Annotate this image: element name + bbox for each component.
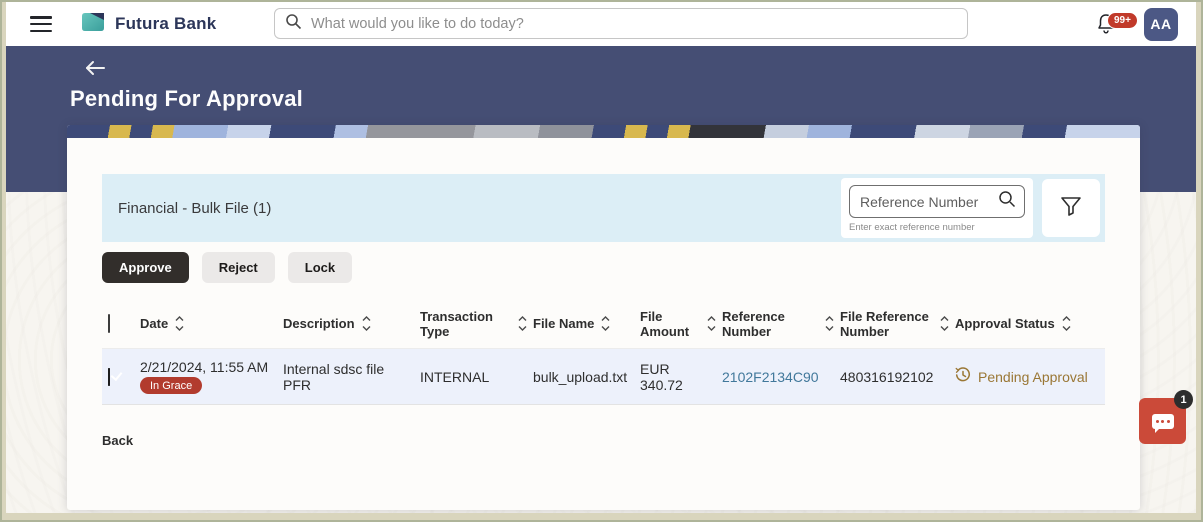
- reference-number-input[interactable]: [860, 193, 998, 210]
- section-title: Financial - Bulk File (1): [118, 199, 272, 217]
- file-reference-number-cell: 480316192102: [840, 368, 934, 385]
- column-header-file-reference-number[interactable]: File Reference Number: [840, 309, 955, 339]
- file-amount-cell: EUR 340.72: [640, 360, 683, 393]
- search-icon[interactable]: [998, 190, 1016, 213]
- approval-status-cell: Pending Approval: [955, 367, 1105, 386]
- approval-card: Financial - Bulk File (1) Enter exact re…: [67, 125, 1140, 510]
- column-header-transaction-type[interactable]: Transaction Type: [420, 309, 533, 339]
- brand-name: Futura Bank: [115, 14, 217, 33]
- approval-status-text: Pending Approval: [978, 368, 1088, 385]
- chat-bubble-icon: [1151, 413, 1174, 433]
- global-search[interactable]: [274, 8, 968, 39]
- reference-search-panel: Enter exact reference number: [841, 178, 1033, 238]
- reject-button[interactable]: Reject: [201, 252, 275, 283]
- reference-number-link[interactable]: 2102F2134C90: [722, 369, 819, 385]
- date-value: 2/21/2024, 11:55 AM: [140, 359, 269, 375]
- sort-icon: [940, 316, 949, 331]
- date-cell: 2/21/2024, 11:55 AM In Grace: [140, 359, 283, 394]
- page-title: Pending For Approval: [70, 86, 303, 111]
- hamburger-menu-icon[interactable]: [30, 16, 52, 32]
- search-input[interactable]: [311, 15, 957, 32]
- file-name-cell: bulk_upload.txt: [533, 368, 628, 385]
- column-header-date[interactable]: Date: [140, 316, 283, 331]
- notifications-button[interactable]: 99+: [1096, 9, 1138, 39]
- funnel-icon: [1060, 196, 1082, 220]
- sort-icon: [601, 316, 610, 331]
- action-buttons: Approve Reject Lock: [102, 252, 1105, 283]
- transaction-type-cell: INTERNAL: [420, 368, 490, 385]
- lock-button[interactable]: Lock: [287, 252, 353, 283]
- column-header-description[interactable]: Description: [283, 316, 420, 331]
- sort-icon: [707, 316, 716, 331]
- table-header-row: Date Description Transaction Type File N…: [102, 299, 1105, 349]
- decorative-banner: [67, 125, 1140, 138]
- pending-history-icon: [955, 367, 971, 386]
- filter-button[interactable]: [1042, 179, 1100, 237]
- reference-helper-text: Enter exact reference number: [849, 222, 975, 233]
- column-header-approval-status[interactable]: Approval Status: [955, 316, 1105, 331]
- select-all-checkbox[interactable]: [108, 313, 110, 333]
- column-header-reference-number[interactable]: Reference Number: [722, 309, 840, 339]
- page: Futura Bank 99+ AA: [2, 2, 1201, 520]
- topbar-right: 99+ AA: [1096, 2, 1178, 46]
- reference-number-field[interactable]: [849, 185, 1025, 218]
- notification-count-badge: 99+: [1107, 12, 1138, 29]
- row-checkbox[interactable]: [108, 367, 110, 386]
- back-link[interactable]: Back: [102, 433, 133, 448]
- column-header-file-name[interactable]: File Name: [533, 316, 640, 331]
- chat-widget-button[interactable]: 1: [1139, 390, 1193, 444]
- sort-icon: [1062, 316, 1071, 331]
- back-arrow-icon[interactable]: [84, 60, 106, 81]
- futura-bank-logo-icon: [80, 10, 106, 39]
- sort-icon: [175, 316, 184, 331]
- sort-icon: [362, 316, 371, 331]
- chat-unread-badge: 1: [1174, 390, 1193, 409]
- screen-frame: Futura Bank 99+ AA: [0, 0, 1203, 522]
- search-icon: [285, 13, 302, 35]
- column-header-file-amount[interactable]: File Amount: [640, 309, 722, 339]
- table-row[interactable]: 2/21/2024, 11:55 AM In Grace Internal sd…: [102, 349, 1105, 405]
- in-grace-badge: In Grace: [140, 377, 203, 394]
- topbar: Futura Bank 99+ AA: [6, 2, 1196, 46]
- filter-bar: Financial - Bulk File (1) Enter exact re…: [102, 174, 1105, 242]
- sort-icon: [825, 316, 834, 331]
- description-cell: Internal sdsc file PFR: [283, 360, 385, 393]
- avatar[interactable]: AA: [1144, 7, 1178, 41]
- brand[interactable]: Futura Bank: [80, 10, 216, 39]
- approve-button[interactable]: Approve: [102, 252, 189, 283]
- sort-icon: [518, 316, 527, 331]
